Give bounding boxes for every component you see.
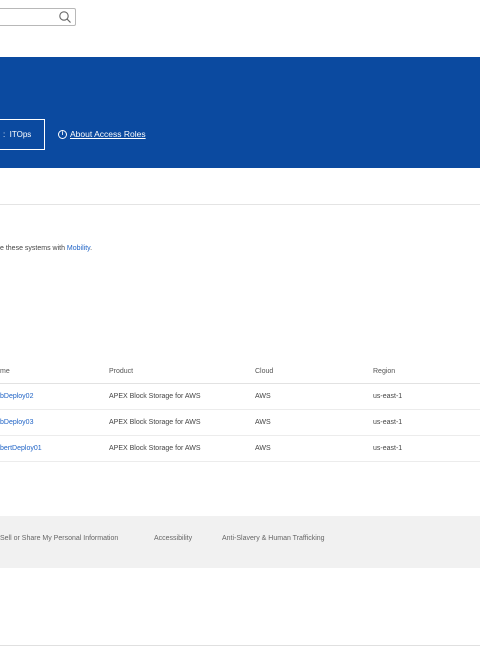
table-row: bDeploy02 APEX Block Storage for AWS AWS…	[0, 384, 480, 410]
footer: Sell or Share My Personal Information Ac…	[0, 516, 480, 568]
footer-link-privacy[interactable]: Sell or Share My Personal Information	[0, 535, 118, 542]
cloud-cell: AWS	[255, 393, 271, 400]
region-cell: us-east-1	[373, 419, 403, 426]
footer-link-accessibility[interactable]: Accessibility	[154, 535, 192, 542]
column-header-region[interactable]: Region	[373, 368, 395, 375]
cloud-cell: AWS	[255, 445, 271, 452]
system-name-link[interactable]: bertDeploy01	[0, 445, 42, 452]
search-box[interactable]	[0, 8, 76, 27]
system-name-link[interactable]: bDeploy03	[0, 419, 33, 426]
column-header-name[interactable]: me	[0, 368, 10, 375]
mobility-link[interactable]: Mobility	[67, 245, 90, 252]
product-cell: APEX Block Storage for AWS	[109, 445, 201, 452]
about-access-roles-link[interactable]: i About Access Roles	[58, 129, 146, 139]
intro-text: e these systems with Mobility.	[0, 245, 93, 252]
access-role-label: : ITOps	[3, 130, 32, 139]
footer-link-anti-slavery[interactable]: Anti-Slavery & Human Trafficking	[222, 535, 325, 542]
table-row: bertDeploy01 APEX Block Storage for AWS …	[0, 436, 480, 462]
divider	[0, 645, 480, 646]
info-icon: i	[58, 129, 67, 139]
column-header-cloud[interactable]: Cloud	[255, 368, 273, 375]
search-icon[interactable]	[58, 10, 72, 24]
product-cell: APEX Block Storage for AWS	[109, 393, 201, 400]
access-role-selector[interactable]: : ITOps	[0, 119, 45, 150]
region-cell: us-east-1	[373, 393, 403, 400]
page-banner	[0, 57, 480, 168]
search-input[interactable]	[0, 11, 53, 27]
systems-table: me Product Cloud Region bDeploy02 APEX B…	[0, 362, 480, 462]
table-row: bDeploy03 APEX Block Storage for AWS AWS…	[0, 410, 480, 436]
region-cell: us-east-1	[373, 445, 403, 452]
product-cell: APEX Block Storage for AWS	[109, 419, 201, 426]
table-header: me Product Cloud Region	[0, 362, 480, 384]
about-access-roles-text[interactable]: About Access Roles	[70, 129, 146, 139]
system-name-link[interactable]: bDeploy02	[0, 393, 33, 400]
cloud-cell: AWS	[255, 419, 271, 426]
divider	[0, 204, 480, 205]
column-header-product[interactable]: Product	[109, 368, 133, 375]
